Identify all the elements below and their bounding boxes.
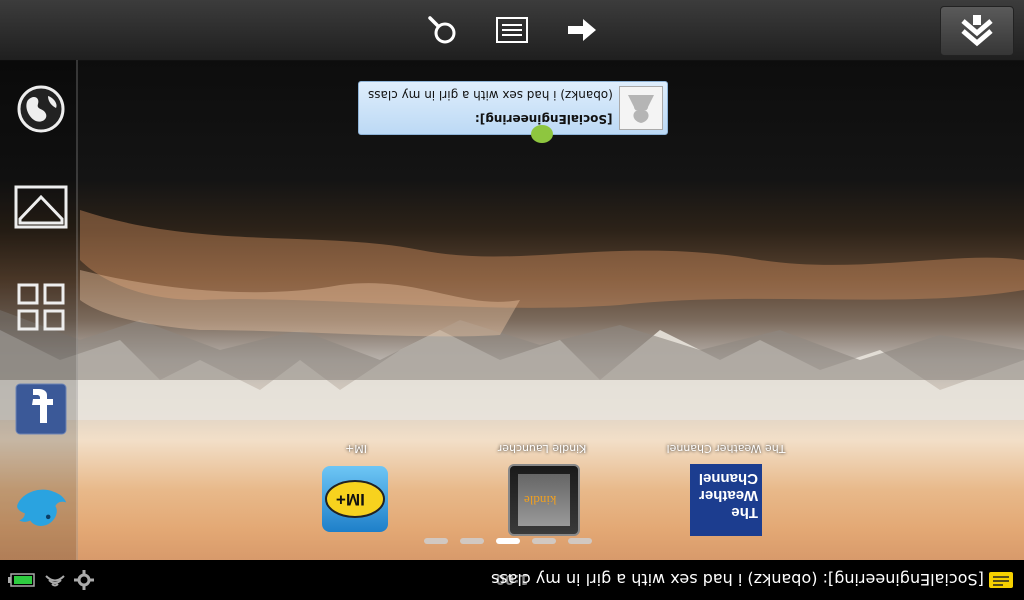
app-label: The Weather Channel bbox=[666, 442, 786, 455]
dock-twitter[interactable] bbox=[14, 480, 68, 534]
dock-browser[interactable] bbox=[14, 82, 68, 136]
page-dot[interactable] bbox=[568, 538, 592, 544]
facebook-icon bbox=[15, 383, 67, 435]
im-plus-icon-text: IM+ bbox=[336, 490, 365, 509]
kindle-icon-text: kindle bbox=[524, 493, 557, 508]
list-icon bbox=[496, 17, 528, 43]
twitter-bird-icon bbox=[17, 489, 67, 526]
notification-avatar bbox=[619, 86, 663, 130]
left-dock bbox=[0, 60, 78, 560]
double-chevron-down-icon bbox=[961, 15, 993, 47]
default-avatar-icon bbox=[620, 87, 662, 129]
collapse-button[interactable] bbox=[940, 6, 1014, 56]
status-ticker-text: [SocialEngineering]: (obankz) i had sex … bbox=[491, 570, 984, 589]
globe-icon bbox=[17, 85, 65, 133]
search-button[interactable] bbox=[422, 12, 462, 48]
page-indicator bbox=[424, 538, 594, 546]
im-plus-icon: IM+ bbox=[322, 466, 388, 532]
page-dot-active[interactable] bbox=[496, 538, 520, 544]
arrow-right-icon bbox=[568, 19, 596, 41]
dock-gallery[interactable] bbox=[14, 180, 68, 234]
picture-icon bbox=[14, 185, 68, 229]
notification-popup[interactable]: [SocialEngineering]: (obankz) i had sex … bbox=[358, 81, 668, 135]
dock-facebook[interactable] bbox=[14, 382, 68, 436]
search-icon bbox=[428, 16, 456, 44]
settings-gear-icon bbox=[74, 570, 94, 590]
wifi-icon bbox=[45, 575, 65, 587]
top-action-bar bbox=[0, 0, 1024, 61]
weather-channel-icon-text: The Weather Channel bbox=[698, 470, 758, 521]
notification-text: (obankz) i had sex with a girl in my cla… bbox=[368, 88, 613, 102]
apps-grid-icon bbox=[17, 283, 65, 331]
app-label: IM+ bbox=[345, 442, 367, 455]
status-bar[interactable]: 1:00 [SocialEngineering]: (obankz) i had… bbox=[0, 560, 1024, 600]
page-dot[interactable] bbox=[460, 538, 484, 544]
battery-icon bbox=[8, 573, 35, 587]
message-notification-icon bbox=[989, 572, 1013, 588]
weather-channel-icon: The Weather Channel bbox=[690, 464, 762, 536]
dock-app-drawer[interactable] bbox=[14, 280, 68, 334]
android-emblem-icon bbox=[531, 125, 553, 143]
app-label: Kindle Launcher bbox=[497, 442, 587, 455]
kindle-icon: kindle bbox=[508, 464, 580, 536]
menu-button[interactable] bbox=[492, 12, 532, 48]
page-dot[interactable] bbox=[532, 538, 556, 544]
forward-button[interactable] bbox=[562, 12, 602, 48]
page-dot[interactable] bbox=[424, 538, 448, 544]
